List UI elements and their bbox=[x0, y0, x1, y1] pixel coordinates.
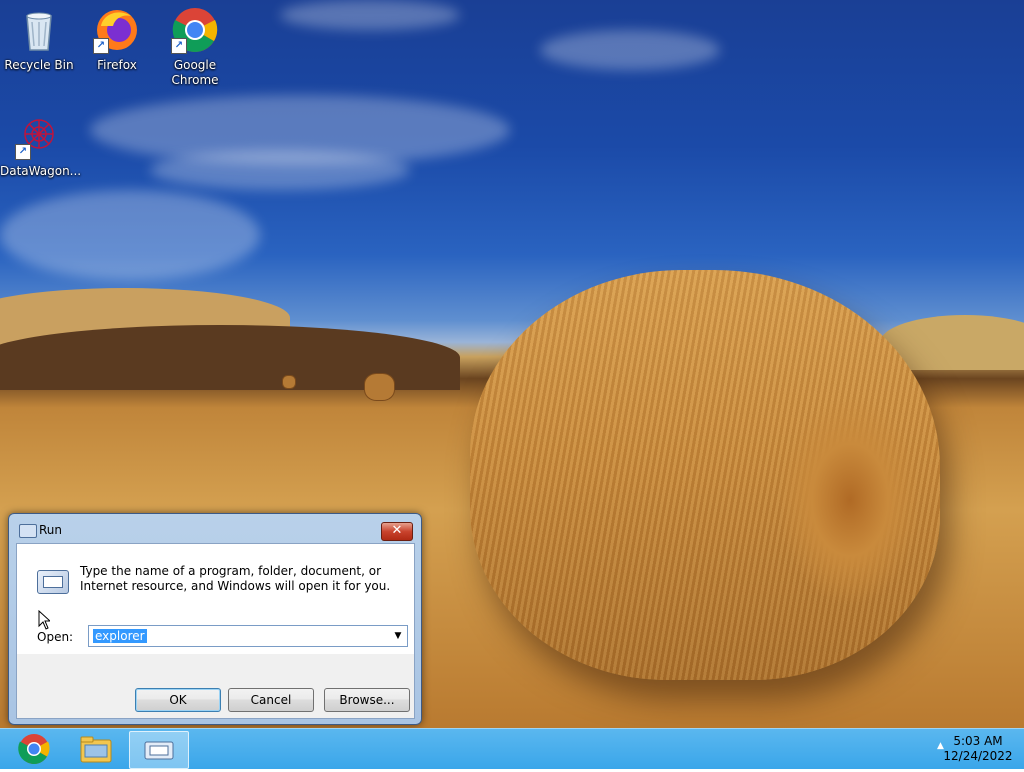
run-titlebar[interactable]: Run ✕ bbox=[9, 514, 421, 544]
taskbar-run-button[interactable] bbox=[129, 731, 189, 769]
large-hay-bale bbox=[470, 270, 940, 680]
open-combobox[interactable]: explorer ▼ bbox=[88, 625, 408, 647]
small-hay-bale bbox=[364, 373, 395, 401]
run-body-top: Type the name of a program, folder, docu… bbox=[17, 544, 414, 654]
desktop-icon-google-chrome[interactable]: ↗ Google Chrome bbox=[156, 6, 234, 88]
open-label: Open: bbox=[37, 630, 74, 644]
firefox-icon: ↗ bbox=[93, 6, 141, 54]
cloud-shape bbox=[540, 30, 720, 70]
chrome-icon bbox=[18, 734, 50, 765]
run-description: Type the name of a program, folder, docu… bbox=[80, 564, 391, 593]
desktop-icon-label: Firefox bbox=[97, 58, 137, 72]
desktop-icon-label: Recycle Bin bbox=[4, 58, 74, 72]
run-dialog[interactable]: Run ✕ Type the name of a program, folder… bbox=[8, 513, 422, 725]
cancel-button[interactable]: Cancel bbox=[228, 688, 314, 712]
chevron-down-icon[interactable]: ▼ bbox=[392, 629, 404, 643]
desktop-icon-label: DataWagon... bbox=[0, 164, 82, 178]
cloud-shape bbox=[0, 190, 260, 280]
run-title-icon bbox=[19, 524, 37, 538]
desktop-icon-label: Google Chrome bbox=[171, 58, 219, 87]
datawagon-icon: ↗ bbox=[15, 112, 63, 160]
desktop-icon-datawagon[interactable]: ↗ DataWagon... bbox=[0, 112, 82, 179]
run-icon bbox=[37, 570, 69, 594]
run-title: Run bbox=[39, 523, 63, 537]
taskbar: ▲ 5:03 AM 12/24/2022 bbox=[0, 728, 1024, 769]
cloud-shape bbox=[280, 0, 460, 30]
shortcut-arrow-icon: ↗ bbox=[93, 38, 109, 54]
browse-button[interactable]: Browse... bbox=[324, 688, 410, 712]
clock-date: 12/24/2022 bbox=[943, 749, 1013, 763]
recycle-bin-icon bbox=[15, 6, 63, 54]
cloud-shape bbox=[150, 150, 410, 190]
ok-button[interactable]: OK bbox=[135, 688, 221, 712]
open-input[interactable]: explorer bbox=[93, 629, 147, 643]
clock-time: 5:03 AM bbox=[953, 734, 1003, 748]
small-hay-bale bbox=[282, 375, 296, 389]
file-explorer-icon bbox=[80, 736, 112, 763]
mouse-cursor-icon bbox=[38, 610, 50, 630]
close-button[interactable]: ✕ bbox=[381, 522, 413, 541]
taskbar-chrome-button[interactable] bbox=[5, 731, 63, 767]
desktop-icon-firefox[interactable]: ↗ Firefox bbox=[78, 6, 156, 73]
shortcut-arrow-icon: ↗ bbox=[171, 38, 187, 54]
run-icon bbox=[144, 741, 174, 760]
desktop-icon-recycle-bin[interactable]: Recycle Bin bbox=[0, 6, 78, 73]
chrome-icon: ↗ bbox=[171, 6, 219, 54]
shortcut-arrow-icon: ↗ bbox=[15, 144, 31, 160]
run-body: Type the name of a program, folder, docu… bbox=[16, 543, 415, 719]
taskbar-file-explorer-button[interactable] bbox=[67, 731, 125, 767]
clock[interactable]: 5:03 AM 12/24/2022 bbox=[938, 734, 1018, 764]
